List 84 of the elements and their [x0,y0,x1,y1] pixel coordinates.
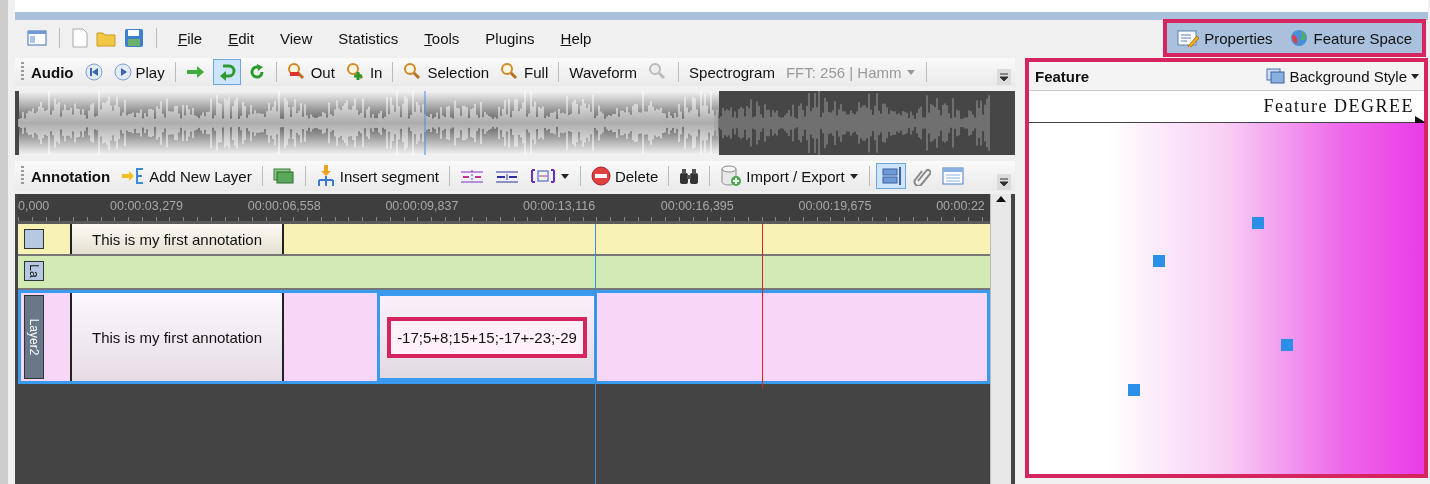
zoom-full-button[interactable]: Full [496,59,553,85]
time-label: 0,000 [18,198,51,213]
time-label: 00:00:06,558 [247,198,322,213]
caret-icon [905,67,916,77]
scroll-up-icon [995,194,1007,204]
zoom-out-button[interactable]: Out [282,59,339,85]
style-icon [1266,67,1287,85]
zoom-out-icon [286,62,307,82]
annotation-track[interactable]: Layer2 This is my first annotation -17;5+8;15+15;-17+-23;-29 [18,290,990,384]
play-icon [113,63,132,81]
fit-icon [529,168,556,184]
globe-icon [1288,28,1309,48]
folder-icon [96,29,116,47]
insert-segment-icon [315,165,336,187]
layout-button[interactable] [875,163,906,189]
zoom-in-icon [345,62,366,82]
overflow-icon [997,174,1011,190]
background-style-dropdown[interactable]: Background Style [1266,67,1420,85]
layers-icon [272,167,295,185]
play-button[interactable]: Play [109,59,169,85]
menu-item[interactable]: Help [551,27,601,49]
spectrogram-button[interactable]: Spectrogram [685,59,779,85]
toolbar-title: Audio [31,63,74,81]
annotation-segment[interactable]: -17;5+8;15+15;-17+-23;-29 [377,293,597,381]
zoom-in-button[interactable]: In [341,59,387,85]
time-label: 00:00:22 [936,198,985,213]
caret-icon [848,171,859,181]
scrollbar[interactable] [990,194,1011,484]
arrow-right-icon [185,63,206,81]
annotation-track[interactable]: La [18,256,990,290]
data-point [1153,255,1165,267]
toolbar-title: Annotation [31,167,111,185]
database-icon [720,165,743,187]
segment-text: -17;5+8;15+15;-17+-23;-29 [387,316,587,358]
menu-item[interactable]: Edit [219,27,264,49]
menu-item[interactable]: View [271,27,322,49]
data-point [1128,384,1140,396]
binoculars-icon [679,167,700,185]
layout-icon [879,166,902,186]
properties-icon [1177,29,1200,47]
new-file-icon [72,28,88,48]
menu-item[interactable]: Plugins [476,27,544,49]
paperclip-icon [912,166,931,186]
layout-icon [27,29,47,47]
import-export-button[interactable]: Import / Export [716,163,863,189]
data-point [1281,339,1293,351]
caret-icon [1410,71,1420,81]
delete-button[interactable]: Delete [586,163,663,189]
time-label: 00:00:03,279 [110,198,184,213]
time-ruler[interactable]: 0,000 00:00:03,279 00:00:06,558 00:00:09,837 00:00:13,116 00:00:16,395 00:00:19,675 00:00:22 [18,194,990,224]
merge-icon [494,168,519,184]
menu-item[interactable]: File [169,27,212,49]
time-label: 00:00:19,675 [798,198,873,213]
add-layer-button[interactable]: Add New Layer [117,163,256,189]
annotation-track[interactable]: This is my first annotation [18,224,990,256]
time-label: 00:00:09,837 [385,198,460,213]
waveform-button[interactable]: Waveform [565,59,642,85]
zoom-selection-button[interactable]: Selection [399,59,494,85]
data-point [1252,217,1264,229]
panel-tab[interactable]: Feature Space [1286,28,1414,48]
split-icon [459,168,484,184]
time-label: 00:00:13,116 [523,198,597,213]
overflow-icon [997,69,1011,85]
segment-text: This is my first annotation [91,230,263,248]
loop-button[interactable] [212,59,241,85]
caret-icon [559,171,570,181]
layer-handle[interactable]: Layer2 [24,295,44,379]
layer-handle[interactable] [24,229,44,249]
skip-back-icon [84,63,103,81]
panel-title: Feature [1035,67,1090,85]
insert-segment-button[interactable]: Insert segment [311,163,443,189]
axis-label: Feature DEGREE [1263,96,1414,117]
layer-handle[interactable]: La [24,261,44,281]
menu-item[interactable]: Statistics [329,27,408,49]
time-label: 00:00:16,395 [660,198,735,213]
segment-text: This is my first annotation [91,328,263,346]
add-layer-icon [121,167,146,185]
panel-tab[interactable]: Properties [1175,29,1275,47]
list-icon [941,166,964,186]
delete-icon [590,166,611,186]
menu-item[interactable]: Tools [415,27,469,49]
annotation-segment[interactable]: This is my first annotation [70,293,284,381]
save-icon [124,28,144,48]
annotation-segment[interactable]: This is my first annotation [70,224,284,254]
